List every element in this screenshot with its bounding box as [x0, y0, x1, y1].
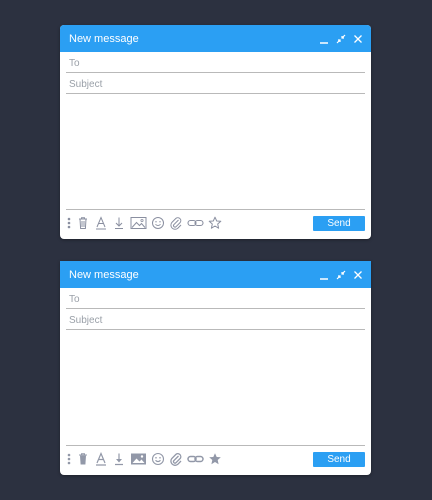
- title-bar: New message: [60, 25, 371, 52]
- text-format-icon[interactable]: [94, 452, 108, 466]
- compose-toolbar: Send: [66, 451, 365, 467]
- window-title: New message: [69, 268, 139, 281]
- compose-window: New message Send: [60, 261, 371, 475]
- to-field: [66, 52, 365, 73]
- window-controls: [319, 34, 363, 44]
- image-icon[interactable]: [130, 452, 147, 466]
- close-icon[interactable]: [353, 34, 363, 44]
- trash-icon[interactable]: [76, 216, 90, 230]
- trash-icon[interactable]: [76, 452, 90, 466]
- subject-input[interactable]: [69, 315, 365, 326]
- subject-field: [66, 73, 365, 94]
- message-body[interactable]: [66, 330, 365, 446]
- message-body[interactable]: [66, 94, 365, 210]
- close-icon[interactable]: [353, 270, 363, 280]
- more-vertical-icon[interactable]: [66, 452, 72, 466]
- window-title: New message: [69, 32, 139, 45]
- download-icon[interactable]: [112, 452, 126, 466]
- star-icon[interactable]: [208, 452, 222, 466]
- attach-icon[interactable]: [169, 452, 183, 466]
- minimize-icon[interactable]: [319, 270, 329, 280]
- subject-input[interactable]: [69, 79, 365, 90]
- compose-toolbar: Send: [66, 215, 365, 231]
- emoji-icon[interactable]: [151, 216, 165, 230]
- window-controls: [319, 270, 363, 280]
- send-button[interactable]: Send: [313, 215, 365, 231]
- link-icon[interactable]: [187, 216, 204, 230]
- compose-window: New message Send: [60, 25, 371, 239]
- text-format-icon[interactable]: [94, 216, 108, 230]
- minimize-icon[interactable]: [319, 34, 329, 44]
- emoji-icon[interactable]: [151, 452, 165, 466]
- link-icon[interactable]: [187, 452, 204, 466]
- download-icon[interactable]: [112, 216, 126, 230]
- to-input[interactable]: [69, 58, 365, 69]
- collapse-icon[interactable]: [336, 270, 346, 280]
- attach-icon[interactable]: [169, 216, 183, 230]
- subject-field: [66, 309, 365, 330]
- collapse-icon[interactable]: [336, 34, 346, 44]
- title-bar: New message: [60, 261, 371, 288]
- to-input[interactable]: [69, 294, 365, 305]
- send-button[interactable]: Send: [313, 451, 365, 467]
- to-field: [66, 288, 365, 309]
- image-icon[interactable]: [130, 216, 147, 230]
- more-vertical-icon[interactable]: [66, 216, 72, 230]
- star-icon[interactable]: [208, 216, 222, 230]
